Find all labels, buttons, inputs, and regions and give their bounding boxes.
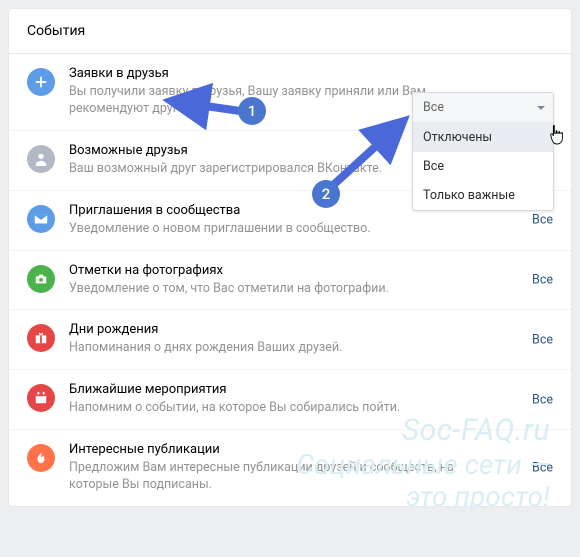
row-title: Интересные публикации	[69, 442, 493, 457]
row-title: Отметки на фотографиях	[69, 263, 493, 278]
row-content: Отметки на фотографиях Уведомление о том…	[69, 263, 553, 298]
row-content: Интересные публикации Предложим Вам инте…	[69, 442, 553, 494]
panel-header: События	[9, 9, 571, 54]
row-description: Напоминания о днях рождения Ваших друзей…	[69, 340, 493, 357]
row-description: Напомним о событии, на которое Вы собира…	[69, 400, 493, 417]
notification-dropdown[interactable]: Все ОтключеныВсеТолько важные	[412, 92, 554, 211]
row-action-link[interactable]: Все	[532, 272, 553, 287]
row-title: Ближайшие мероприятия	[69, 382, 493, 397]
plus-icon	[27, 68, 55, 96]
dropdown-selected-label: Все	[423, 100, 444, 115]
row-action-link[interactable]: Все	[532, 213, 553, 228]
row-content: Дни рождения Напоминания о днях рождения…	[69, 322, 553, 357]
setting-row-4: Дни рождения Напоминания о днях рождения…	[9, 310, 571, 370]
panel-title: События	[27, 23, 85, 39]
row-action-link[interactable]: Все	[532, 461, 553, 476]
row-content: Ближайшие мероприятия Напомним о событии…	[69, 382, 553, 417]
envelope-icon	[27, 205, 55, 233]
row-title: Дни рождения	[69, 322, 493, 337]
gift-icon	[27, 324, 55, 352]
dropdown-option-1[interactable]: Все	[413, 152, 553, 181]
calendar-icon	[27, 384, 55, 412]
setting-row-6: Интересные публикации Предложим Вам инте…	[9, 430, 571, 506]
row-description: Уведомление о новом приглашении в сообще…	[69, 221, 493, 238]
row-action-link[interactable]: Все	[532, 332, 553, 347]
dropdown-selected[interactable]: Все	[413, 93, 553, 123]
row-action-link[interactable]: Все	[532, 392, 553, 407]
dropdown-option-0[interactable]: Отключены	[413, 123, 553, 152]
setting-row-3: Отметки на фотографиях Уведомление о том…	[9, 251, 571, 311]
camera-icon	[27, 265, 55, 293]
row-title: Заявки в друзья	[69, 66, 493, 81]
row-description: Предложим Вам интересные публикации друз…	[69, 460, 493, 494]
row-description: Уведомление о том, что Вас отметили на ф…	[69, 281, 493, 298]
dropdown-option-2[interactable]: Только важные	[413, 181, 553, 210]
chevron-down-icon	[537, 106, 545, 110]
user-icon	[27, 145, 55, 173]
setting-row-5: Ближайшие мероприятия Напомним о событии…	[9, 370, 571, 430]
flame-icon	[27, 444, 55, 472]
settings-panel: События Заявки в друзья Вы получили заяв…	[8, 8, 572, 507]
